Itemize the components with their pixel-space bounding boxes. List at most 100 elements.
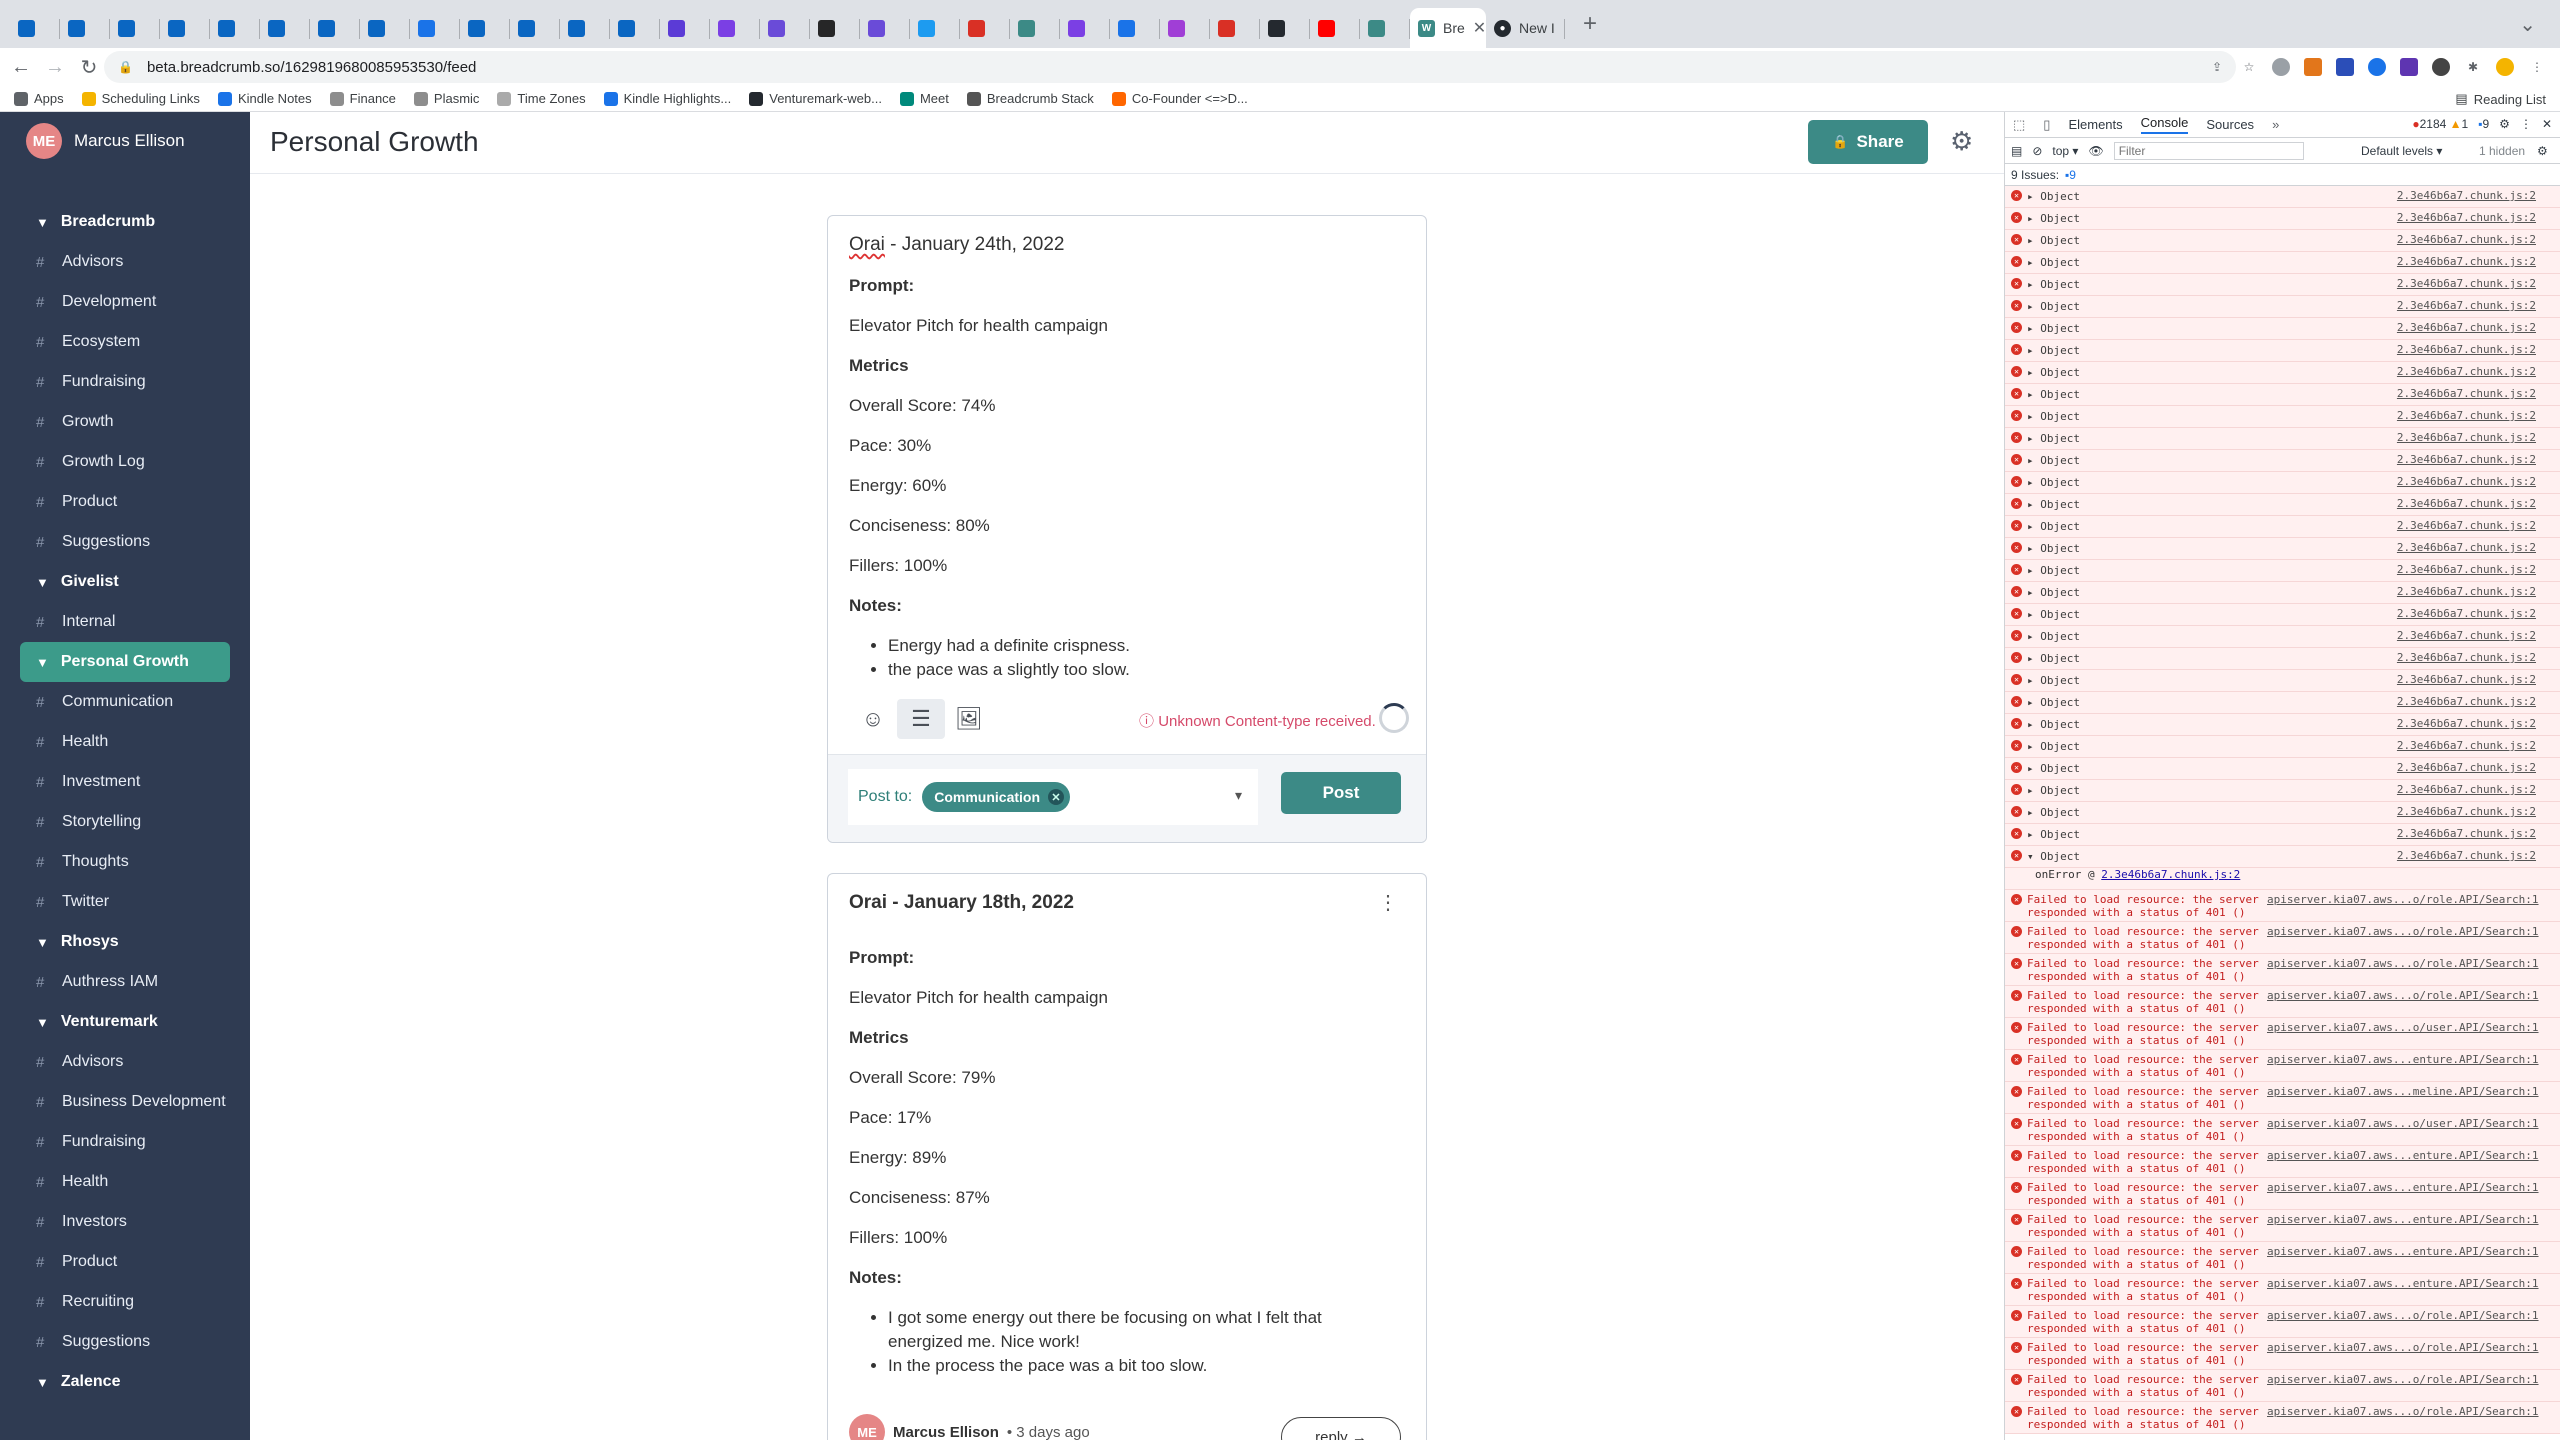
source-link[interactable]: 2.3e46b6a7.chunk.js:2 xyxy=(2397,255,2536,268)
console-object-row[interactable]: ✕ ▸ Object 2.3e46b6a7.chunk.js:2 xyxy=(2005,516,2560,538)
sidebar-group-givelist[interactable]: ▼ Givelist xyxy=(0,562,250,602)
user-profile[interactable]: ME Marcus Ellison xyxy=(0,112,250,170)
source-link[interactable]: apiserver.kia07.aws...enture.API/Search:… xyxy=(2267,1245,2539,1258)
sidebar-item-communication[interactable]: # Communication xyxy=(0,682,250,722)
console-object-row[interactable]: ✕ ▸ Object 2.3e46b6a7.chunk.js:2 xyxy=(2005,384,2560,406)
browser-tab[interactable]: The Ca xyxy=(1310,8,1360,48)
source-link[interactable]: apiserver.kia07.aws...enture.API/Search:… xyxy=(2267,1277,2539,1290)
console-error-row[interactable]: ✕ Failed to load resource: the server res… xyxy=(2005,1210,2560,1242)
emoji-icon[interactable]: ☺ xyxy=(849,699,897,739)
console-object-row[interactable]: ✕ ▸ Object 2.3e46b6a7.chunk.js:2 xyxy=(2005,230,2560,252)
source-link[interactable]: 2.3e46b6a7.chunk.js:2 xyxy=(2397,453,2536,466)
bookmark-item[interactable]: Apps xyxy=(14,91,64,106)
browser-tab[interactable]: Issues xyxy=(1260,8,1310,48)
eye-icon[interactable]: 👁 xyxy=(2088,144,2103,158)
source-link[interactable]: 2.3e46b6a7.chunk.js:2 xyxy=(2397,739,2536,752)
console-settings-icon[interactable]: ⚙ xyxy=(2537,144,2548,158)
browser-tab[interactable]: (12) M xyxy=(10,8,60,48)
sidebar-item-thoughts[interactable]: # Thoughts xyxy=(0,842,250,882)
sidebar-item-growth[interactable]: # Growth xyxy=(0,402,250,442)
console-error-row[interactable]: ✕ Failed to load resource: the server res… xyxy=(2005,1370,2560,1402)
clear-console-icon[interactable]: ⊘ xyxy=(2032,144,2042,158)
browser-tab[interactable]: (8) La xyxy=(260,8,310,48)
console-object-row[interactable]: ✕ ▸ Object 2.3e46b6a7.chunk.js:2 xyxy=(2005,824,2560,846)
source-link[interactable]: 2.3e46b6a7.chunk.js:2 xyxy=(2397,189,2536,202)
console-object-row[interactable]: ✕ ▸ Object 2.3e46b6a7.chunk.js:2 xyxy=(2005,802,2560,824)
tab-sources[interactable]: Sources xyxy=(2206,117,2254,132)
share-button[interactable]: 🔒 Share xyxy=(1808,120,1928,164)
bookmark-item[interactable]: Kindle Notes xyxy=(217,91,312,106)
source-link[interactable]: apiserver.kia07.aws...o/user.API/Search:… xyxy=(2267,1021,2539,1034)
sidebar-item-product[interactable]: # Product xyxy=(0,1242,250,1282)
channel-select[interactable]: Post to: Communication ✕ ▾ xyxy=(848,769,1258,825)
issues-bar[interactable]: 9 Issues: ▪9 xyxy=(2005,164,2560,186)
sidebar-item-business-development[interactable]: # Business Development xyxy=(0,1082,250,1122)
bookmark-item[interactable]: Breadcrumb Stack xyxy=(966,91,1094,106)
console-filter-input[interactable] xyxy=(2113,141,2304,160)
console-error-row[interactable]: ✕ Failed to load resource: the server res… xyxy=(2005,986,2560,1018)
browser-tab[interactable]: Setting xyxy=(1060,8,1110,48)
source-link[interactable]: 2.3e46b6a7.chunk.js:2 xyxy=(2397,585,2536,598)
remove-chip-icon[interactable]: ✕ xyxy=(1048,789,1065,805)
sidebar-item-storytelling[interactable]: # Storytelling xyxy=(0,802,250,842)
device-toolbar-icon[interactable]: ▯ xyxy=(2043,117,2050,133)
tab-console[interactable]: Console xyxy=(2140,115,2189,134)
source-link[interactable]: 2.3e46b6a7.chunk.js:2 xyxy=(2397,541,2536,554)
browser-tab[interactable]: ● New I xyxy=(1486,8,1565,48)
sidebar-item-product[interactable]: # Product xyxy=(0,482,250,522)
console-object-row[interactable]: ✕ ▸ Object 2.3e46b6a7.chunk.js:2 xyxy=(2005,362,2560,384)
source-link[interactable]: apiserver.kia07.aws...enture.API/Search:… xyxy=(2267,1181,2539,1194)
sidebar-item-internal[interactable]: # Internal xyxy=(0,602,250,642)
console-object-row[interactable]: ✕ ▸ Object 2.3e46b6a7.chunk.js:2 xyxy=(2005,758,2560,780)
forward-arrow-icon[interactable]: → xyxy=(42,56,68,79)
bookmark-item[interactable]: Co-Founder <=>D... xyxy=(1111,91,1248,106)
console-error-row[interactable]: ✕ Failed to load resource: the server res… xyxy=(2005,1114,2560,1146)
console-object-row[interactable]: ✕ ▸ Object 2.3e46b6a7.chunk.js:2 xyxy=(2005,494,2560,516)
post-button[interactable]: Post xyxy=(1281,772,1401,814)
post-editor-card[interactable]: Orai - January 24th, 2022 Prompt: Elevat… xyxy=(827,215,1427,843)
extension-icon[interactable] xyxy=(2432,58,2450,76)
console-error-row[interactable]: ✕ Failed to load resource: the server res… xyxy=(2005,1018,2560,1050)
console-object-row[interactable]: ✕ ▸ Object 2.3e46b6a7.chunk.js:2 xyxy=(2005,736,2560,758)
source-link[interactable]: 2.3e46b6a7.chunk.js:2 xyxy=(2397,321,2536,334)
console-object-row[interactable]: ✕ ▸ Object 2.3e46b6a7.chunk.js:2 xyxy=(2005,186,2560,208)
sidebar-item-twitter[interactable]: # Twitter xyxy=(0,882,250,922)
more-options-icon[interactable]: ⋮ xyxy=(1378,890,1398,915)
source-link[interactable]: 2.3e46b6a7.chunk.js:2 xyxy=(2397,673,2536,686)
browser-tab[interactable]: (7) Po xyxy=(310,8,360,48)
back-arrow-icon[interactable]: ← xyxy=(8,56,34,79)
sidebar-group-rhosys[interactable]: ▼ Rhosys xyxy=(0,922,250,962)
metamask-extension-icon[interactable] xyxy=(2304,58,2322,76)
source-link[interactable]: 2.3e46b6a7.chunk.js:2 xyxy=(2397,475,2536,488)
console-object-row[interactable]: ✕ ▸ Object 2.3e46b6a7.chunk.js:2 xyxy=(2005,252,2560,274)
console-object-row[interactable]: ✕ ▸ Object 2.3e46b6a7.chunk.js:2 xyxy=(2005,648,2560,670)
browser-tab[interactable]: George xyxy=(510,8,560,48)
console-object-row[interactable]: ✕ ▸ Object 2.3e46b6a7.chunk.js:2 xyxy=(2005,428,2560,450)
console-object-row[interactable]: ✕ ▸ Object 2.3e46b6a7.chunk.js:2 xyxy=(2005,450,2560,472)
bookmark-item[interactable]: Finance xyxy=(329,91,396,106)
profile-avatar-icon[interactable] xyxy=(2496,58,2514,76)
author-name[interactable]: Marcus Ellison xyxy=(893,1424,999,1440)
sidebar-item-suggestions[interactable]: # Suggestions xyxy=(0,1322,250,1362)
source-link[interactable]: 2.3e46b6a7.chunk.js:2 xyxy=(2397,497,2536,510)
browser-menu-icon[interactable]: ⋮ xyxy=(2528,58,2546,76)
console-object-row[interactable]: ✕ ▾ Object 2.3e46b6a7.chunk.js:2 xyxy=(2005,846,2560,868)
console-error-row[interactable]: ✕ Failed to load resource: the server res… xyxy=(2005,1082,2560,1114)
source-link[interactable]: 2.3e46b6a7.chunk.js:2 xyxy=(2397,849,2536,862)
editor-title[interactable]: Orai - January 24th, 2022 xyxy=(849,234,1064,256)
sidebar-item-investment[interactable]: # Investment xyxy=(0,762,250,802)
settings-gear-icon[interactable]: ⚙ xyxy=(1950,126,1973,157)
sidebar-item-development[interactable]: # Development xyxy=(0,282,250,322)
source-link[interactable]: apiserver.kia07.aws...o/role.API/Search:… xyxy=(2267,957,2539,970)
sidebar-item-authress-iam[interactable]: # Authress IAM xyxy=(0,962,250,1002)
source-link[interactable]: 2.3e46b6a7.chunk.js:2 xyxy=(2397,387,2536,400)
extension-icon[interactable] xyxy=(2400,58,2418,76)
console-object-row[interactable]: ✕ ▸ Object 2.3e46b6a7.chunk.js:2 xyxy=(2005,604,2560,626)
browser-tab[interactable]: Inbox ( xyxy=(960,8,1010,48)
bookmark-item[interactable]: Meet xyxy=(899,91,949,106)
source-link[interactable]: 2.3e46b6a7.chunk.js:2 xyxy=(2101,868,2240,881)
sidebar-group-venturemark[interactable]: ▼ Venturemark xyxy=(0,1002,250,1042)
source-link[interactable]: 2.3e46b6a7.chunk.js:2 xyxy=(2397,211,2536,224)
browser-tab[interactable]: Bread xyxy=(1360,8,1410,48)
console-error-row[interactable]: ✕ Failed to load resource: the server res… xyxy=(2005,954,2560,986)
